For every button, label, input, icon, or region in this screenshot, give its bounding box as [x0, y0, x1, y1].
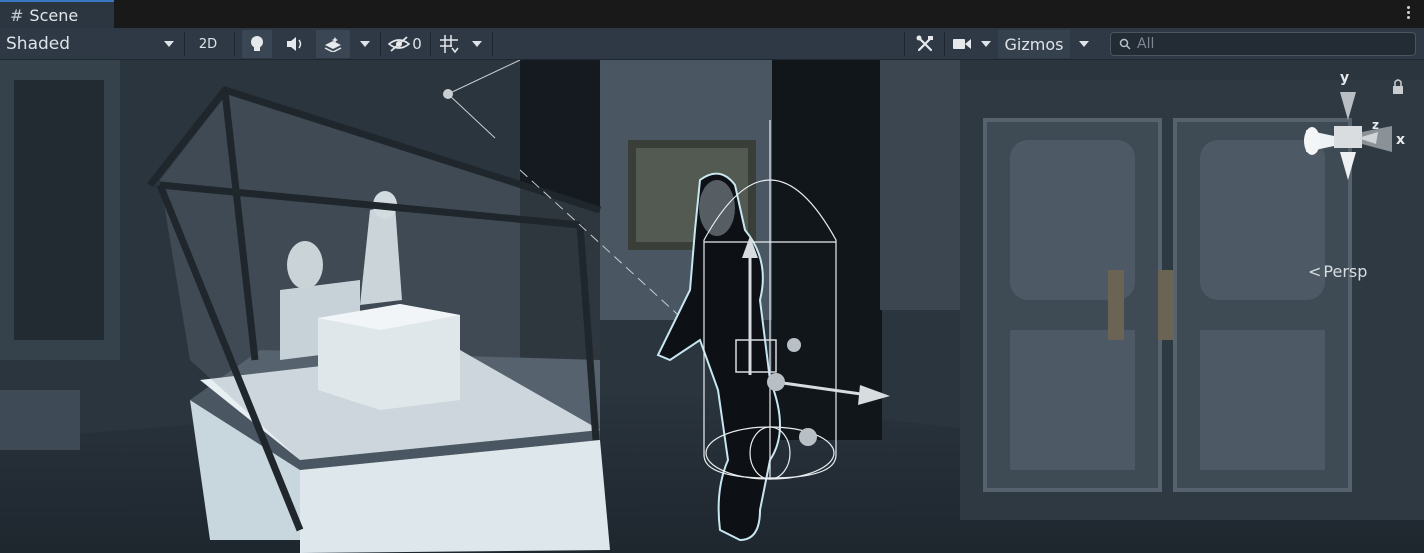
effects-layers-icon: [324, 37, 342, 52]
toggle-2d-label: 2D: [198, 36, 218, 52]
tab-scene[interactable]: # Scene: [0, 0, 114, 28]
lighting-toggle-button[interactable]: [242, 30, 272, 58]
chevron-down-icon: [981, 41, 991, 47]
draw-mode-label: Shaded: [6, 34, 71, 54]
camera-button[interactable]: [948, 30, 976, 58]
divider: [492, 32, 493, 56]
divider: [944, 32, 945, 56]
scene-visibility-button[interactable]: 0: [384, 30, 426, 58]
visibility-eye-icon: [388, 36, 411, 52]
search-icon: [1119, 38, 1131, 50]
scene-render: [0, 60, 1424, 553]
axis-y-label: y: [1340, 70, 1350, 86]
lighting-bulb-icon: [251, 36, 263, 51]
divider: [184, 32, 185, 56]
grid-dropdown[interactable]: [466, 30, 488, 58]
chevron-down-icon: [472, 41, 482, 47]
audio-speaker-icon: [287, 37, 302, 51]
axis-z-label: z: [1372, 118, 1379, 132]
tab-bar: # Scene: [0, 0, 1424, 28]
tools-icon: [916, 35, 933, 52]
tools-button[interactable]: [910, 30, 940, 58]
more-options-icon[interactable]: [1406, 4, 1410, 21]
scene-viewport[interactable]: y z x < Persp: [0, 60, 1424, 553]
projection-toggle[interactable]: < Persp: [1308, 262, 1367, 281]
chevron-down-icon: [1079, 41, 1089, 47]
grid-hash-icon: #: [10, 5, 24, 25]
divider: [904, 32, 905, 56]
search-placeholder: All: [1137, 36, 1155, 52]
scene-toolbar: Shaded 2D 0 Gizmos All: [0, 28, 1424, 60]
gizmos-label: Gizmos: [1004, 34, 1064, 54]
search-field[interactable]: All: [1110, 32, 1416, 56]
divider: [430, 32, 431, 56]
camera-dropdown[interactable]: [976, 30, 996, 58]
grid-snap-icon: [440, 35, 459, 54]
axis-x-label: x: [1396, 132, 1406, 148]
gizmos-button[interactable]: Gizmos: [998, 30, 1070, 58]
hidden-count: 0: [412, 35, 422, 53]
draw-mode-dropdown[interactable]: Shaded: [0, 30, 182, 58]
chevron-left-icon: <: [1308, 262, 1322, 281]
tab-scene-label: Scene: [29, 5, 79, 25]
grid-snap-button[interactable]: [434, 30, 464, 58]
projection-label: Persp: [1323, 262, 1368, 281]
divider: [380, 32, 381, 56]
audio-toggle-button[interactable]: [280, 30, 310, 58]
camera-icon: [953, 39, 971, 49]
chevron-down-icon: [360, 41, 370, 47]
effects-dropdown[interactable]: [354, 30, 376, 58]
effects-toggle-button[interactable]: [316, 30, 350, 58]
chevron-down-icon: [164, 41, 174, 47]
toggle-2d-button[interactable]: 2D: [190, 30, 226, 58]
divider: [234, 32, 235, 56]
gizmos-dropdown[interactable]: [1072, 30, 1096, 58]
